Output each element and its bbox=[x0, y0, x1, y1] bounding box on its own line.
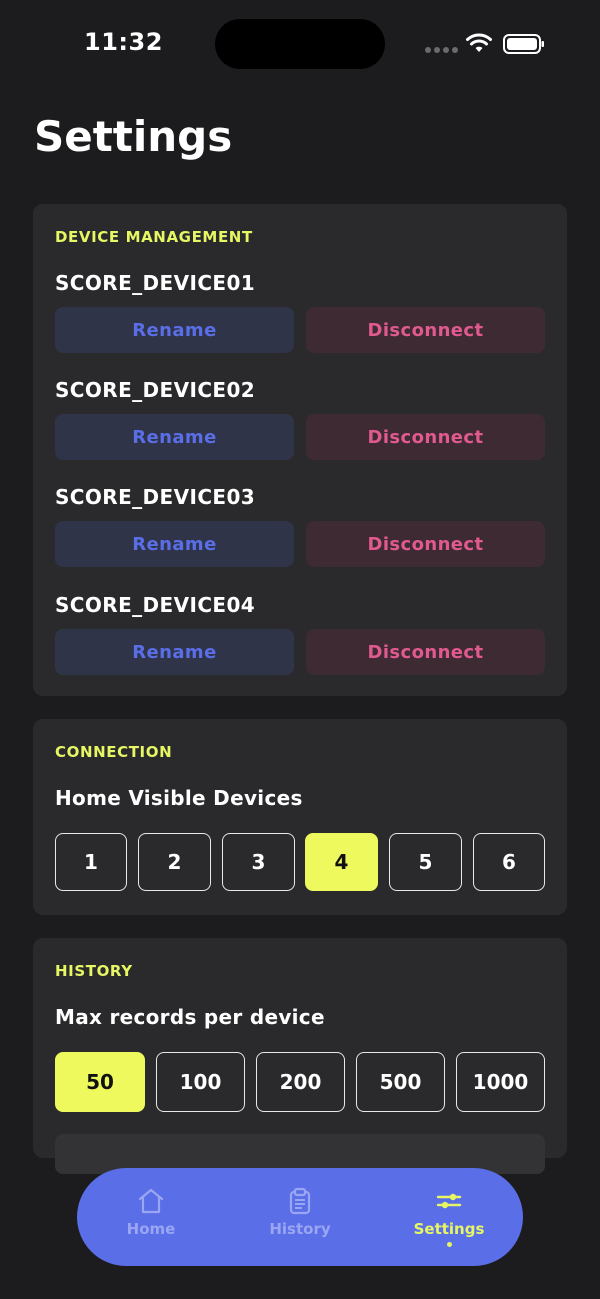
home-icon bbox=[138, 1188, 164, 1214]
max-records-option-200[interactable]: 200 bbox=[256, 1052, 345, 1112]
visible-devices-option-3[interactable]: 3 bbox=[222, 833, 295, 891]
rename-button[interactable]: Rename bbox=[55, 521, 294, 567]
visible-devices-option-5[interactable]: 5 bbox=[389, 833, 462, 891]
history-label: HISTORY bbox=[55, 962, 133, 980]
max-records-option-50[interactable]: 50 bbox=[55, 1052, 145, 1112]
device-name: SCORE_DEVICE04 bbox=[55, 593, 256, 617]
status-time: 11:32 bbox=[84, 28, 163, 56]
settings-screen: 11:32 Settings DEVICE MANAGEMENT SCORE_D… bbox=[0, 0, 600, 1299]
wifi-icon bbox=[466, 33, 492, 52]
page-title: Settings bbox=[34, 112, 233, 161]
rename-button[interactable]: Rename bbox=[55, 414, 294, 460]
max-records-option-100[interactable]: 100 bbox=[156, 1052, 245, 1112]
device-name: SCORE_DEVICE01 bbox=[55, 271, 256, 295]
battery-icon bbox=[503, 34, 544, 54]
device-name: SCORE_DEVICE02 bbox=[55, 378, 256, 402]
connection-card: CONNECTION Home Visible Devices 1 2 3 4 … bbox=[33, 719, 567, 915]
device-management-card: DEVICE MANAGEMENT SCORE_DEVICE01 Rename … bbox=[33, 204, 567, 696]
visible-devices-option-2[interactable]: 2 bbox=[138, 833, 211, 891]
visible-devices-option-6[interactable]: 6 bbox=[473, 833, 545, 891]
connection-label: CONNECTION bbox=[55, 743, 173, 761]
dynamic-island bbox=[215, 19, 385, 69]
tab-settings-label: Settings bbox=[413, 1220, 485, 1238]
device-management-label: DEVICE MANAGEMENT bbox=[55, 228, 253, 246]
tab-settings[interactable]: Settings bbox=[375, 1168, 523, 1266]
cellular-signal-icon bbox=[425, 47, 458, 53]
max-records-label: Max records per device bbox=[55, 1005, 325, 1029]
tab-bar: Home History Settings bbox=[77, 1168, 523, 1266]
disconnect-button[interactable]: Disconnect bbox=[306, 629, 545, 675]
disconnect-button[interactable]: Disconnect bbox=[306, 307, 545, 353]
tab-history[interactable]: History bbox=[226, 1168, 374, 1266]
home-visible-devices-label: Home Visible Devices bbox=[55, 786, 303, 810]
rename-button[interactable]: Rename bbox=[55, 629, 294, 675]
visible-devices-option-1[interactable]: 1 bbox=[55, 833, 127, 891]
history-card: HISTORY Max records per device 50 100 20… bbox=[33, 938, 567, 1174]
rename-button[interactable]: Rename bbox=[55, 307, 294, 353]
tab-history-label: History bbox=[269, 1220, 331, 1238]
active-tab-indicator bbox=[446, 1242, 452, 1247]
max-records-option-500[interactable]: 500 bbox=[356, 1052, 445, 1112]
sliders-icon bbox=[436, 1193, 462, 1209]
tab-home[interactable]: Home bbox=[77, 1168, 225, 1266]
tab-home-label: Home bbox=[126, 1220, 176, 1238]
disconnect-button[interactable]: Disconnect bbox=[306, 521, 545, 567]
visible-devices-option-4[interactable]: 4 bbox=[305, 833, 378, 891]
device-name: SCORE_DEVICE03 bbox=[55, 485, 256, 509]
max-records-option-1000[interactable]: 1000 bbox=[456, 1052, 545, 1112]
clipboard-icon bbox=[289, 1187, 311, 1215]
disconnect-button[interactable]: Disconnect bbox=[306, 414, 545, 460]
status-bar: 11:32 bbox=[0, 0, 600, 90]
